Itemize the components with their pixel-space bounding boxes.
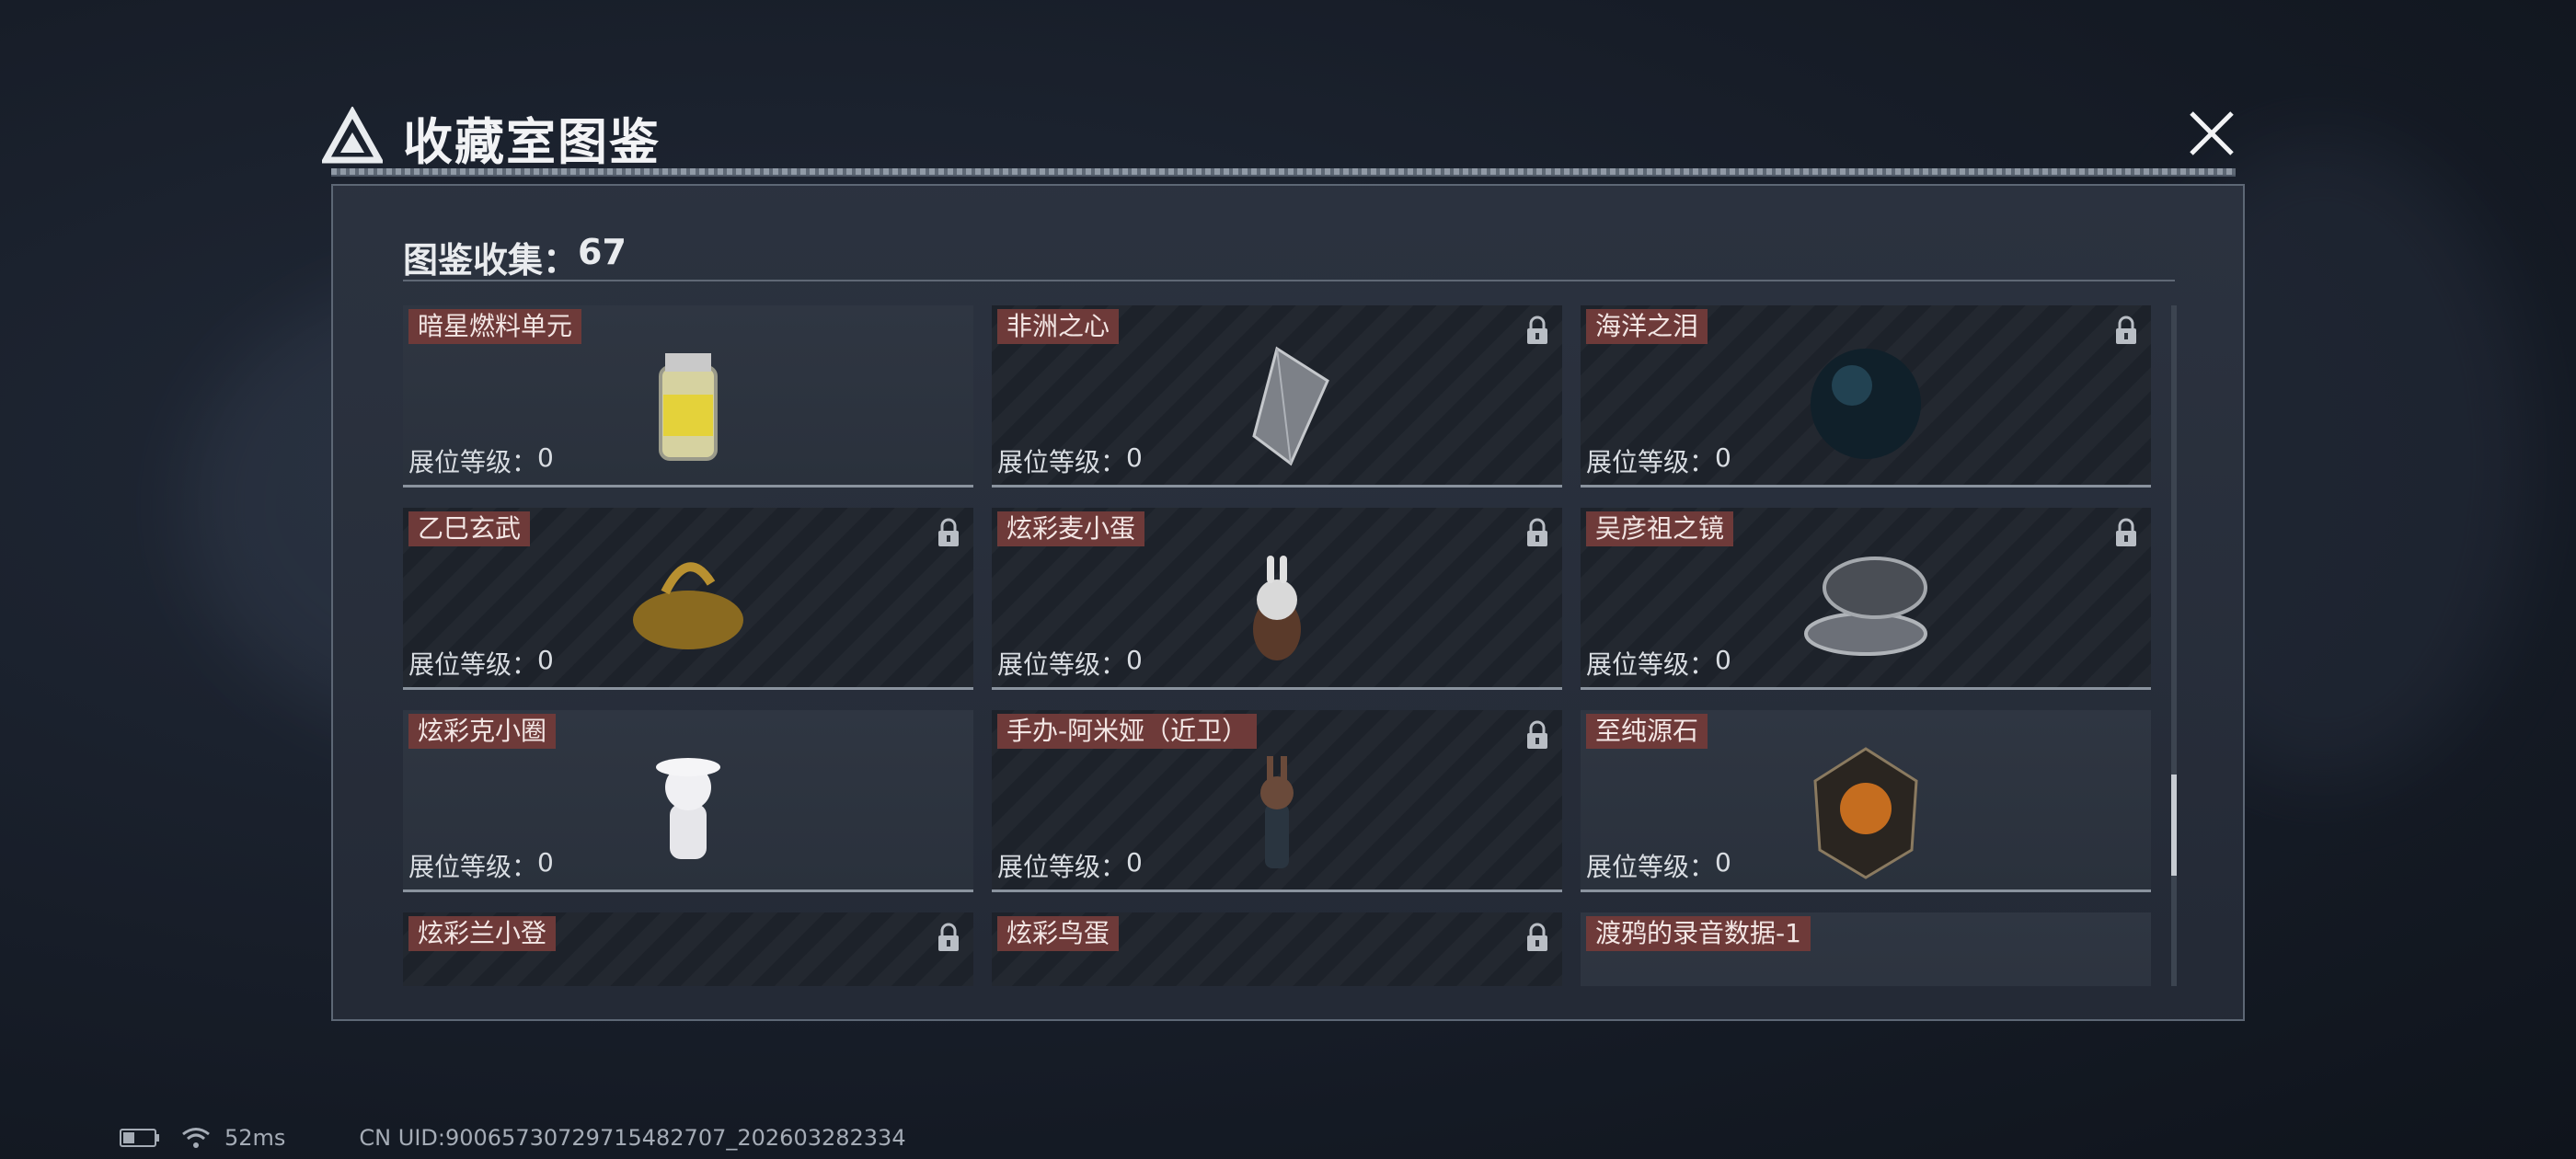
card-name: 炫彩兰小登 [408, 916, 557, 951]
card-name: 炫彩鸟蛋 [997, 916, 1120, 951]
card-level: 展位等级： 0 [408, 847, 554, 884]
card-name: 炫彩麦小蛋 [997, 511, 1145, 546]
card-level-value: 0 [537, 442, 554, 473]
recorder-device-icon [1788, 933, 1944, 986]
card-level-value: 0 [1126, 645, 1143, 675]
golden-turtle-snake-icon [633, 562, 743, 649]
collection-number: 67 [578, 232, 627, 272]
scrollbar[interactable] [2171, 305, 2177, 986]
cat-figure-icon [656, 758, 720, 859]
lock-icon [1527, 316, 1547, 344]
modal-title: 收藏室图鉴 [403, 112, 661, 171]
collection-count: 图鉴收集： 67 [403, 232, 627, 282]
collection-logo-icon [322, 107, 383, 164]
collection-card[interactable]: 吴彦祖之镜展位等级： 0 [1581, 508, 2151, 690]
dark-pearl-icon [1811, 349, 1921, 459]
collection-card[interactable]: 乙巳玄武展位等级： 0 [403, 508, 973, 690]
close-button[interactable] [2179, 100, 2245, 166]
card-name: 渡鸦的录音数据-1 [1586, 916, 1811, 951]
card-level-label: 展位等级： [997, 852, 1127, 882]
card-name: 非洲之心 [997, 309, 1120, 344]
card-level-value: 0 [537, 645, 554, 675]
card-level-label: 展位等级： [997, 447, 1127, 477]
collection-card[interactable]: 炫彩麦小蛋展位等级： 0 [992, 508, 1562, 690]
card-level-value: 0 [1715, 442, 1731, 473]
lock-icon [938, 923, 959, 951]
ping-readout: 52ms [224, 1125, 286, 1151]
lock-icon [2116, 316, 2136, 344]
collection-card[interactable]: 炫彩鸟蛋 [992, 912, 1562, 986]
card-level-value: 0 [1715, 847, 1731, 878]
scrollbar-thumb[interactable] [2171, 775, 2177, 876]
collection-card[interactable]: 暗星燃料单元 展位等级： 0 [403, 305, 973, 488]
bird-egg-icon [1199, 933, 1355, 986]
originium-crystal-icon [1813, 747, 1918, 879]
card-name: 手办-阿米娅（近卫） [997, 714, 1258, 749]
lock-icon [1527, 923, 1547, 951]
amiya-figure-icon [1260, 756, 1294, 868]
card-level-label: 展位等级： [408, 852, 538, 882]
card-name: 炫彩克小圈 [408, 714, 557, 749]
card-level-label: 展位等级： [997, 649, 1127, 680]
card-name: 乙巳玄武 [408, 511, 531, 546]
card-level: 展位等级： 0 [1586, 442, 1731, 479]
card-level: 展位等级： 0 [1586, 847, 1731, 884]
lock-icon [2116, 518, 2136, 546]
card-level-label: 展位等级： [408, 447, 538, 477]
card-level: 展位等级： 0 [997, 847, 1143, 884]
card-level: 展位等级： 0 [408, 442, 554, 479]
title-group: 收藏室图鉴 [322, 97, 661, 178]
card-name: 海洋之泪 [1586, 309, 1708, 344]
card-level-value: 0 [1126, 442, 1143, 473]
battery-icon [120, 1129, 159, 1147]
compact-mirror-icon [1804, 557, 1927, 656]
card-level-value: 0 [537, 847, 554, 878]
collection-panel: 图鉴收集： 67 暗星燃料单元 展位等级： 0 非洲之心 展位等级： 0 海洋之泪 展位等级：… [331, 184, 2245, 1021]
collection-grid[interactable]: 暗星燃料单元 展位等级： 0 非洲之心 展位等级： 0 海洋之泪 展位等级： 0 乙巳玄武 展位等级… [403, 305, 2151, 986]
collection-label: 图鉴收集： [403, 240, 579, 281]
uid-text: CN UID:9006573072971548​2707_20260328233… [359, 1125, 906, 1151]
card-level: 展位等级： 0 [408, 645, 554, 682]
fuel-canister-icon [659, 353, 718, 461]
collection-card[interactable]: 炫彩克小圈展位等级： 0 [403, 710, 973, 892]
card-name: 至纯源石 [1586, 714, 1708, 749]
card-level: 展位等级： 0 [997, 645, 1143, 682]
lock-icon [1527, 518, 1547, 546]
card-name: 暗星燃料单元 [408, 309, 582, 344]
card-level-value: 0 [1715, 645, 1731, 675]
hat-figure-icon [610, 933, 766, 986]
collection-card[interactable]: 海洋之泪展位等级： 0 [1581, 305, 2151, 488]
card-level: 展位等级： 0 [1586, 645, 1731, 682]
card-name: 吴彦祖之镜 [1586, 511, 1734, 546]
collection-card[interactable]: 非洲之心展位等级： 0 [992, 305, 1562, 488]
card-level-label: 展位等级： [1586, 852, 1716, 882]
card-level: 展位等级： 0 [997, 442, 1143, 479]
collection-divider [403, 280, 2175, 281]
collection-card[interactable]: 至纯源石展位等级： 0 [1581, 710, 2151, 892]
header-divider [331, 168, 2236, 177]
card-level-label: 展位等级： [1586, 649, 1716, 680]
card-level-label: 展位等级： [1586, 447, 1716, 477]
collection-card[interactable]: 渡鸦的录音数据-1 [1581, 912, 2151, 986]
diamond-icon [1252, 346, 1329, 466]
wifi-icon [182, 1128, 210, 1148]
collection-card[interactable]: 手办-阿米娅（近卫） 展位等级： 0 [992, 710, 1562, 892]
bunny-egg-figure-icon [1253, 556, 1301, 660]
collection-card[interactable]: 炫彩兰小登 [403, 912, 973, 986]
lock-icon [938, 518, 959, 546]
modal-header: 收藏室图鉴 [322, 97, 2245, 178]
lock-icon [1527, 720, 1547, 749]
card-level-label: 展位等级： [408, 649, 538, 680]
card-level-value: 0 [1126, 847, 1143, 878]
status-bar: 52ms CN UID:9006573072971548​2707_202603… [120, 1124, 906, 1152]
